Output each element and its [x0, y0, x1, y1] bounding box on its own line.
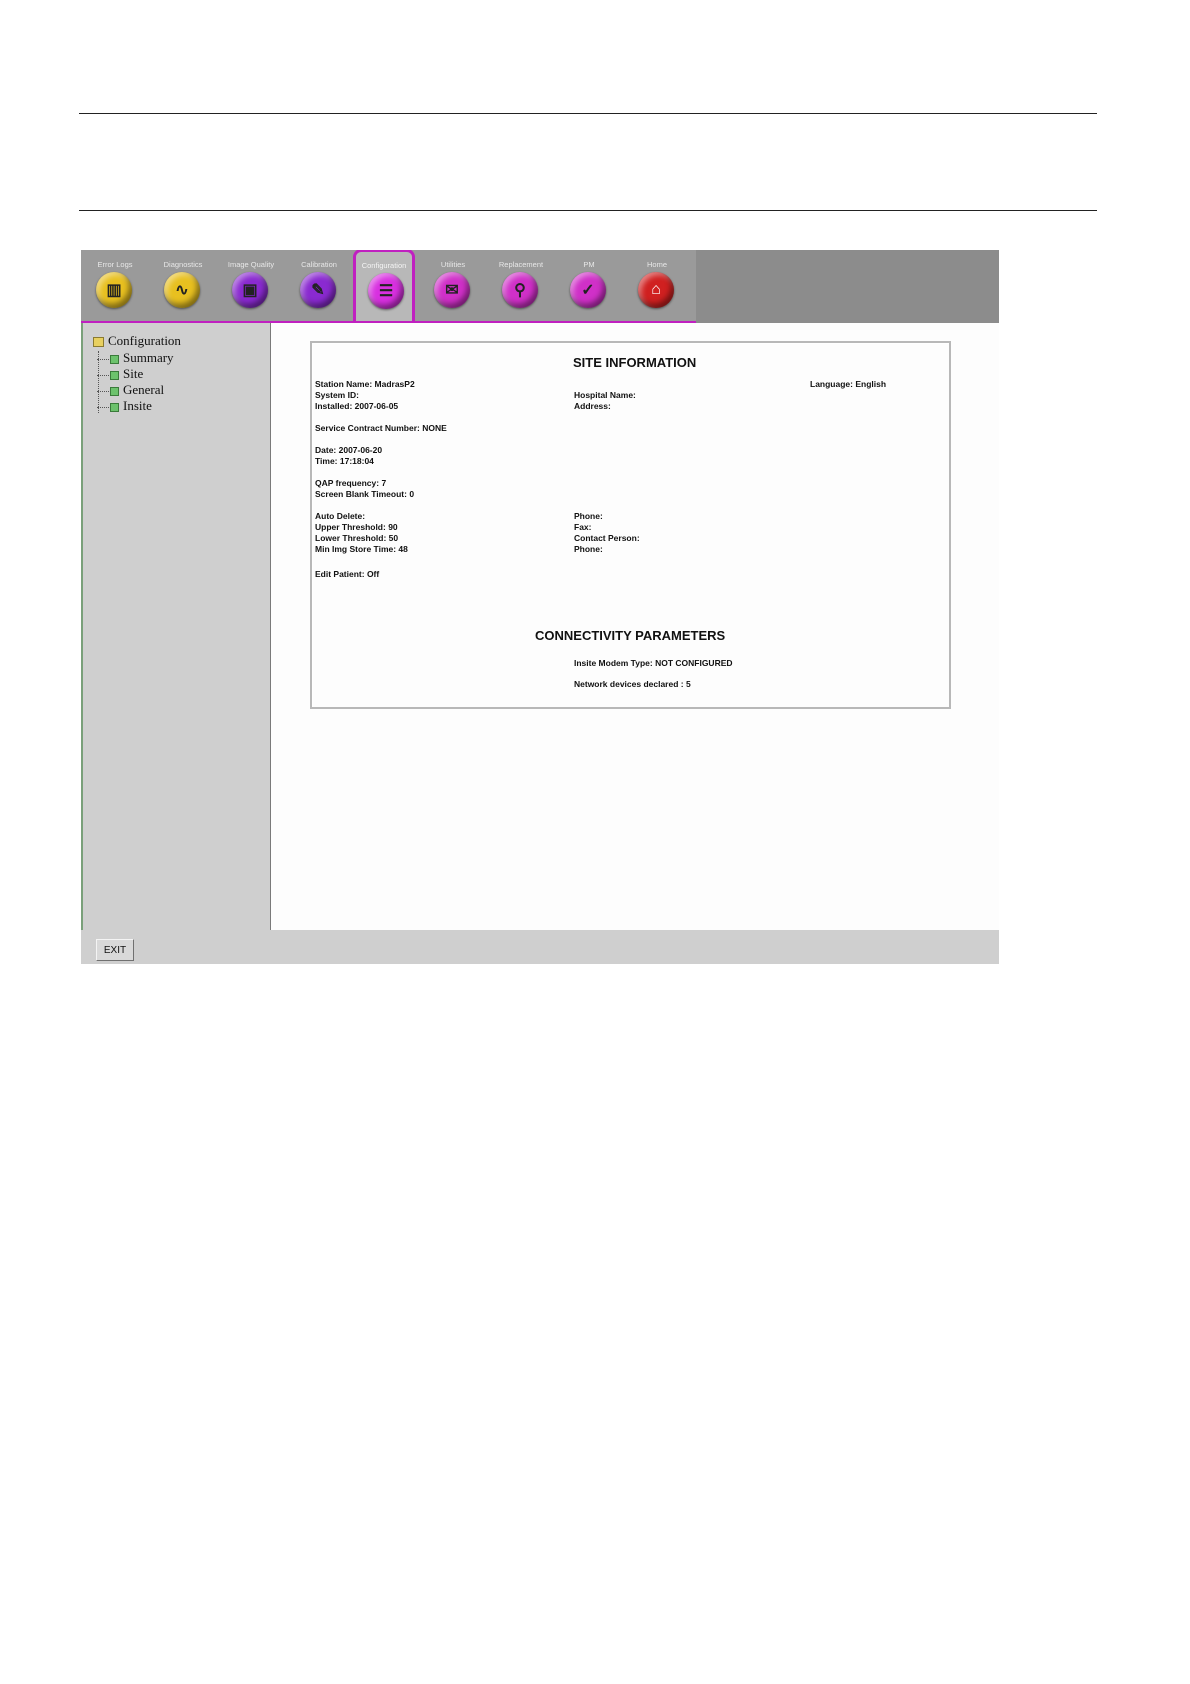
tab-label: Diagnostics	[163, 260, 203, 269]
tree-item-label: General	[123, 382, 165, 397]
upper-threshold: Upper Threshold: 90	[315, 522, 398, 532]
bottom-rule	[79, 210, 1097, 211]
tree-root-configuration[interactable]: Configuration	[93, 333, 181, 349]
fax: Fax:	[574, 522, 592, 532]
address: Address:	[574, 401, 611, 411]
page-icon	[110, 354, 119, 364]
utilities-icon: ✉	[434, 272, 470, 308]
network-devices: Network devices declared : 5	[574, 679, 691, 689]
system-id: System ID:	[315, 390, 359, 400]
tab-home[interactable]: Home ⌂	[623, 250, 691, 321]
tree-item-site[interactable]: Site	[97, 366, 143, 382]
pm-icon: ✓	[570, 272, 606, 308]
tree-item-label: Summary	[123, 350, 174, 365]
contact-phone: Phone:	[574, 544, 603, 554]
hospital-name: Hospital Name:	[574, 390, 636, 400]
toolbar: Error Logs ▥ Diagnostics ∿ Image Quality…	[81, 250, 999, 324]
tree-branch	[97, 358, 109, 360]
error-logs-icon: ▥	[96, 272, 132, 308]
stethoscope-icon: ∿	[164, 272, 200, 308]
screen-blank-timeout: Screen Blank Timeout: 0	[315, 489, 415, 499]
config-tree: Configuration Summary Site General Insit…	[81, 323, 273, 930]
phone: Phone:	[574, 511, 603, 521]
tab-error-logs[interactable]: Error Logs ▥	[81, 250, 149, 321]
tab-pm[interactable]: PM ✓	[555, 250, 623, 321]
qap-frequency: QAP frequency: 7	[315, 478, 387, 488]
tab-label: PM	[583, 260, 595, 269]
tree-root-label: Configuration	[108, 333, 181, 348]
page-icon	[110, 386, 119, 396]
lower-threshold: Lower Threshold: 50	[315, 533, 399, 543]
site-info-title: SITE INFORMATION	[573, 355, 697, 370]
tab-configuration[interactable]: Configuration ☰	[353, 250, 415, 321]
replacement-icon: ⚲	[502, 272, 538, 308]
service-app-window: Error Logs ▥ Diagnostics ∿ Image Quality…	[81, 250, 999, 964]
image-quality-icon: ▣	[232, 272, 268, 308]
tree-item-label: Insite	[123, 398, 152, 413]
tab-label: Calibration	[301, 260, 337, 269]
tab-label: Image Quality	[227, 260, 275, 269]
contact-person: Contact Person:	[574, 533, 640, 543]
service-contract: Service Contract Number: NONE	[315, 423, 447, 433]
tab-label: Home	[646, 260, 667, 269]
tab-calibration[interactable]: Calibration ✎	[285, 250, 353, 321]
configuration-icon: ☰	[368, 273, 404, 309]
home-icon: ⌂	[638, 272, 674, 308]
tab-label: Replacement	[498, 260, 544, 269]
tree-branch	[97, 390, 109, 392]
footer-bar: EXIT	[81, 930, 999, 964]
tree-item-general[interactable]: General	[97, 382, 164, 398]
tab-replacement[interactable]: Replacement ⚲	[487, 250, 555, 321]
calibration-icon: ✎	[300, 272, 336, 308]
language: Language: English	[810, 379, 887, 389]
site-info-panel: SITE INFORMATION Station Name: MadrasP2 …	[310, 341, 951, 709]
tab-label: Configuration	[361, 261, 407, 270]
current-time: Time: 17:18:04	[315, 456, 374, 466]
installed-date: Installed: 2007-06-05	[315, 401, 399, 411]
tab-image-quality[interactable]: Image Quality ▣	[217, 250, 285, 321]
tree-item-insite[interactable]: Insite	[97, 398, 152, 414]
auto-delete: Auto Delete:	[315, 511, 366, 521]
tree-branch	[97, 374, 109, 376]
current-date: Date: 2007-06-20	[315, 445, 383, 455]
tree-branch	[97, 406, 109, 408]
folder-icon	[93, 337, 104, 348]
top-rule	[79, 113, 1097, 114]
content-area: SITE INFORMATION Station Name: MadrasP2 …	[271, 323, 999, 930]
tree-item-label: Site	[123, 366, 144, 381]
exit-button[interactable]: EXIT	[96, 939, 134, 961]
page-icon	[110, 402, 119, 412]
connectivity-title: CONNECTIVITY PARAMETERS	[535, 628, 726, 643]
min-img-store-time: Min Img Store Time: 48	[315, 544, 408, 554]
tab-utilities[interactable]: Utilities ✉	[419, 250, 487, 321]
edit-patient: Edit Patient: Off	[315, 569, 380, 579]
tree-item-summary[interactable]: Summary	[97, 350, 174, 366]
page-icon	[110, 370, 119, 380]
tab-label: Error Logs	[97, 260, 133, 269]
tab-label: Utilities	[440, 260, 466, 269]
insite-modem-type: Insite Modem Type: NOT CONFIGURED	[574, 658, 733, 668]
tab-diagnostics[interactable]: Diagnostics ∿	[149, 250, 217, 321]
station-name: Station Name: MadrasP2	[315, 379, 415, 389]
